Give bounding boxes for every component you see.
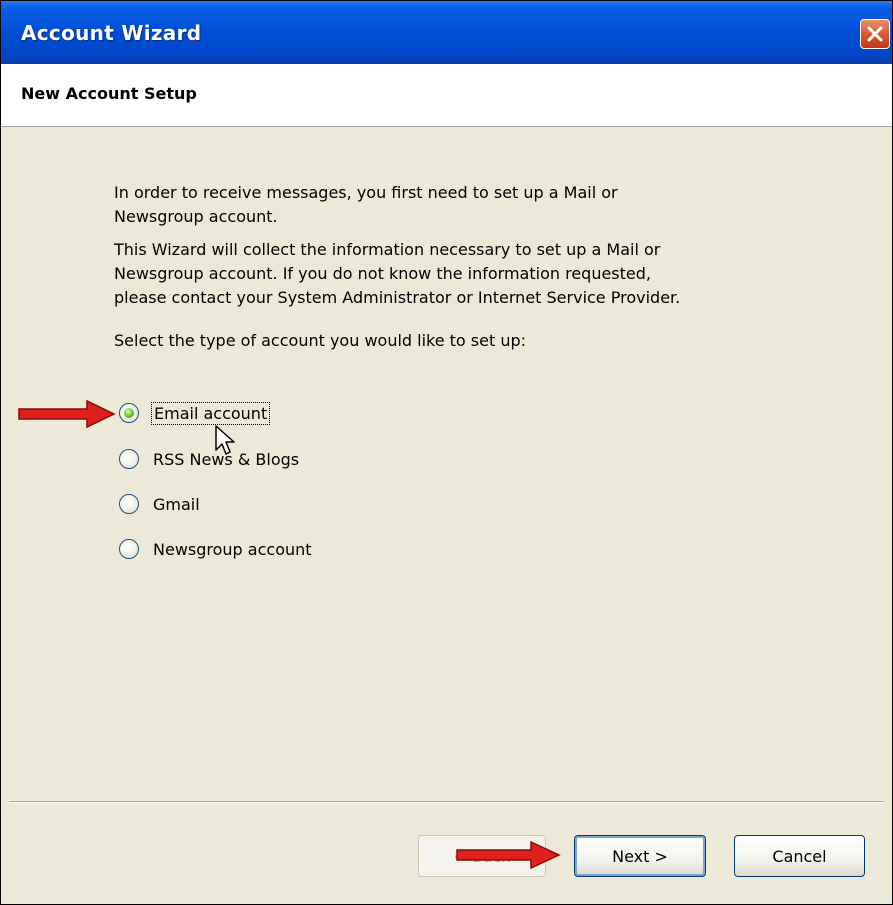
mouse-cursor-icon — [215, 425, 235, 455]
close-icon — [867, 26, 883, 42]
radio-button[interactable] — [119, 494, 139, 514]
annotation-arrow-icon — [456, 840, 561, 870]
radio-label[interactable]: Newsgroup account — [151, 539, 314, 560]
intro-line: Newsgroup account. If you do not know th… — [114, 264, 651, 283]
wizard-content: In order to receive messages, you first … — [1, 127, 892, 904]
radio-newsgroup-account[interactable]: Newsgroup account — [119, 536, 314, 562]
radio-label[interactable]: Gmail — [151, 494, 202, 515]
radio-rss-news-blogs[interactable]: RSS News & Blogs — [119, 446, 301, 472]
radio-label[interactable]: Email account — [151, 401, 271, 425]
annotation-arrow-icon — [18, 399, 116, 429]
radio-button[interactable] — [119, 449, 139, 469]
next-button[interactable]: Next > — [574, 835, 706, 877]
wizard-header: New Account Setup — [1, 64, 892, 127]
intro-line: please contact your System Administrator… — [114, 288, 681, 307]
footer-separator — [9, 801, 884, 803]
radio-email-account[interactable]: Email account — [119, 400, 271, 426]
select-prompt: Select the type of account you would lik… — [114, 331, 527, 350]
radio-button-selected[interactable] — [119, 403, 139, 423]
title-bar[interactable]: Account Wizard — [1, 1, 892, 64]
intro-line: This Wizard will collect the information… — [114, 240, 661, 259]
page-heading: New Account Setup — [21, 84, 197, 103]
account-wizard-window: Account Wizard New Account Setup In orde… — [0, 0, 893, 905]
radio-gmail[interactable]: Gmail — [119, 491, 202, 517]
cancel-button[interactable]: Cancel — [734, 835, 865, 877]
intro-line: In order to receive messages, you first … — [114, 183, 618, 202]
radio-button[interactable] — [119, 539, 139, 559]
intro-line: Newsgroup account. — [114, 207, 278, 226]
window-title: Account Wizard — [21, 21, 202, 45]
close-button[interactable] — [860, 19, 890, 49]
